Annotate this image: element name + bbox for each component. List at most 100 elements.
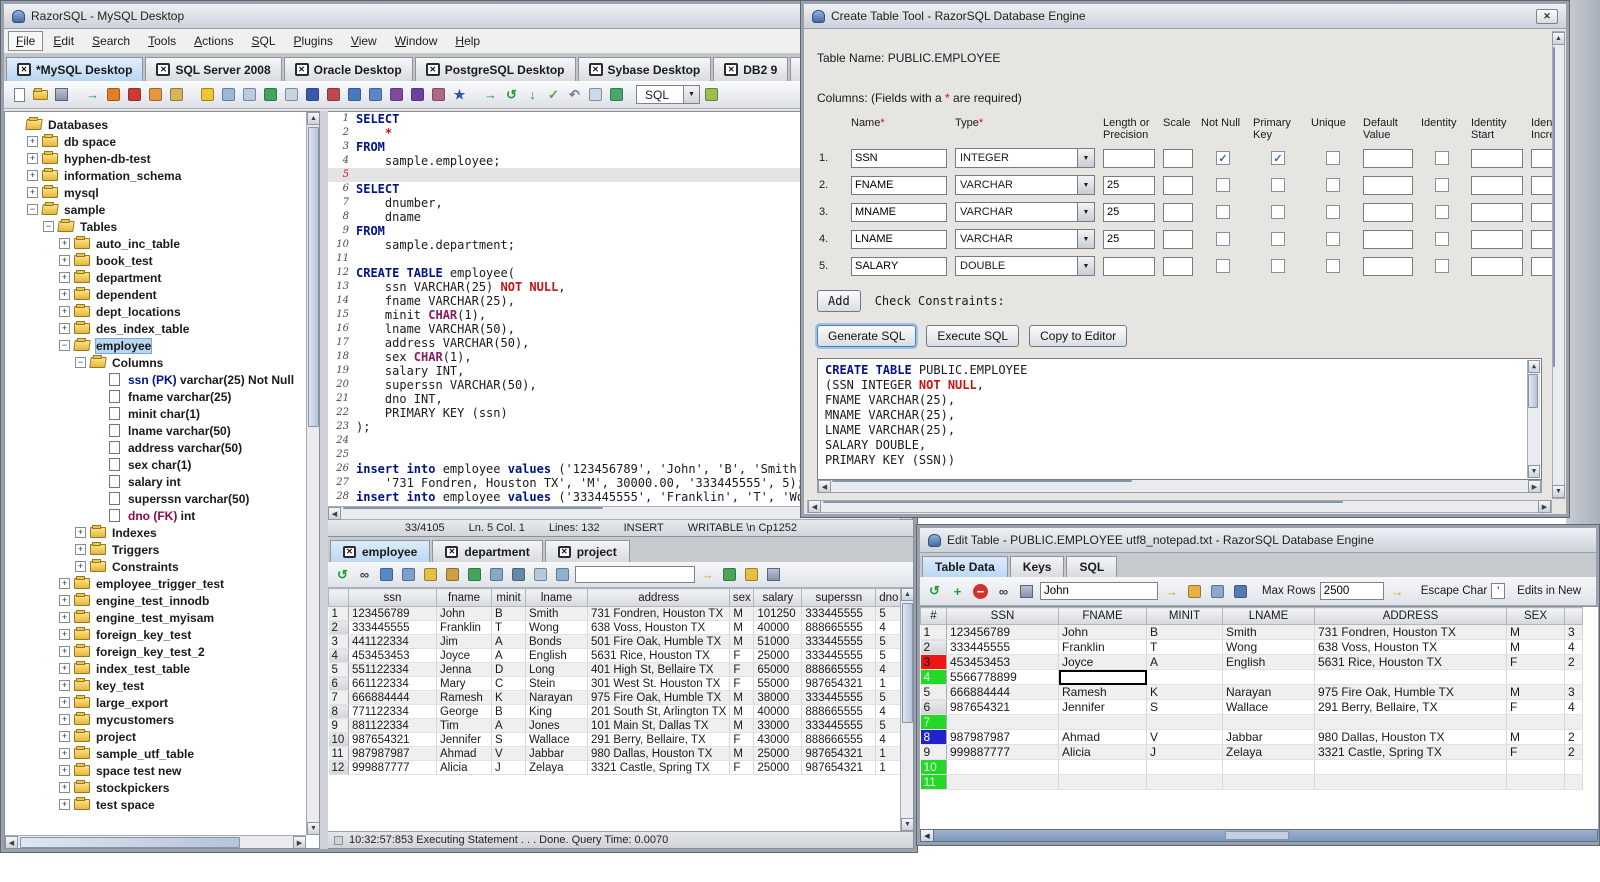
sql-preview-hscrollbar[interactable]: ◀ ▶ bbox=[817, 480, 1542, 493]
refresh-icon[interactable]: ↺ bbox=[333, 565, 352, 584]
save-icon[interactable] bbox=[1017, 582, 1036, 601]
column-header-superssn[interactable]: superssn bbox=[801, 588, 877, 607]
tree-item-lname-varchar-50-[interactable]: lname varchar(50) bbox=[7, 422, 305, 439]
cell[interactable]: F bbox=[1506, 744, 1565, 760]
expand-icon[interactable]: + bbox=[59, 323, 70, 334]
cell[interactable]: B bbox=[1146, 624, 1223, 640]
cell[interactable]: 731 Fondren, Houston TX bbox=[1314, 624, 1507, 640]
table-row[interactable]: 3 453453453 Joyce A English 5631 Rice, Housto… bbox=[920, 654, 1583, 670]
connection-tab-4[interactable]: ✕ PostgreSQL Desktop bbox=[414, 57, 576, 81]
scroll-up-icon[interactable]: ▲ bbox=[1552, 32, 1565, 45]
menu-view[interactable]: View bbox=[343, 31, 385, 51]
default-value-input[interactable] bbox=[1363, 175, 1413, 195]
edit-table-tool-icon[interactable] bbox=[219, 85, 238, 104]
tree-item-address-varchar-50-[interactable]: address varchar(50) bbox=[7, 439, 305, 456]
collapse-icon[interactable]: − bbox=[59, 340, 70, 351]
expand-icon[interactable]: + bbox=[27, 187, 38, 198]
scroll-up-icon[interactable]: ▲ bbox=[901, 588, 913, 601]
cell[interactable] bbox=[1146, 714, 1223, 730]
table-row[interactable]: 6 661122334 Mary C Stein 301 West St. Houston… bbox=[328, 676, 903, 691]
cell[interactable]: M bbox=[1506, 624, 1565, 640]
cell[interactable]: Franklin bbox=[1058, 639, 1147, 655]
expand-icon[interactable]: + bbox=[75, 561, 86, 572]
scroll-thumb[interactable] bbox=[20, 837, 240, 848]
column-type-select[interactable]: VARCHAR ▼ bbox=[955, 202, 1095, 222]
menu-plugins[interactable]: Plugins bbox=[286, 31, 341, 51]
cell[interactable] bbox=[1146, 759, 1223, 775]
window-icon[interactable] bbox=[509, 565, 528, 584]
disconnect-icon[interactable] bbox=[125, 85, 144, 104]
default-value-input[interactable] bbox=[1363, 256, 1413, 276]
not-null-checkbox[interactable]: ✓ bbox=[1216, 151, 1230, 165]
identity-start-input[interactable] bbox=[1471, 256, 1523, 276]
cell[interactable] bbox=[1314, 759, 1507, 775]
cell[interactable]: Alicia bbox=[1058, 744, 1147, 760]
unique-checkbox[interactable] bbox=[1326, 232, 1340, 246]
column-name-input[interactable] bbox=[851, 229, 947, 249]
menu-edit[interactable]: Edit bbox=[45, 31, 82, 51]
delete-row-icon[interactable]: − bbox=[973, 583, 988, 599]
tree-item-foreign-key-test[interactable]: + foreign_key_test bbox=[7, 626, 305, 643]
column-header-address[interactable]: ADDRESS bbox=[1314, 607, 1507, 625]
scroll-thumb[interactable] bbox=[1225, 831, 1290, 840]
cell[interactable]: John bbox=[1058, 624, 1147, 640]
convert-case-icon[interactable] bbox=[387, 85, 406, 104]
tree-item-tables[interactable]: − Tables bbox=[7, 218, 305, 235]
default-value-input[interactable] bbox=[1363, 148, 1413, 168]
identity-checkbox[interactable] bbox=[1435, 151, 1449, 165]
cell[interactable]: S bbox=[1146, 699, 1223, 715]
close-icon[interactable]: ✕ bbox=[724, 63, 739, 76]
export-results-icon[interactable] bbox=[720, 565, 739, 584]
length-input[interactable] bbox=[1103, 148, 1155, 168]
cell[interactable]: English bbox=[1222, 654, 1315, 670]
clipboard-icon[interactable] bbox=[586, 85, 605, 104]
cell[interactable] bbox=[1314, 774, 1507, 790]
table-row[interactable]: 4 5566778899 bbox=[920, 669, 1583, 685]
tree-item-large-export[interactable]: + large_export bbox=[7, 694, 305, 711]
table-row[interactable]: 7 bbox=[920, 714, 1583, 730]
cell[interactable] bbox=[1506, 774, 1565, 790]
identity-start-input[interactable] bbox=[1471, 202, 1523, 222]
cell[interactable]: 333445555 bbox=[946, 639, 1059, 655]
highlight-icon[interactable] bbox=[1185, 582, 1204, 601]
tree-item-hyphen-db-test[interactable]: + hyphen-db-test bbox=[7, 150, 305, 167]
result-tab-project[interactable]: ✕ project bbox=[544, 540, 630, 562]
scale-input[interactable] bbox=[1163, 148, 1193, 168]
scroll-left-icon[interactable]: ◀ bbox=[5, 836, 18, 848]
tree-item-index-test-table[interactable]: + index_test_table bbox=[7, 660, 305, 677]
table-row[interactable]: 11 987987987 Ahmad V Jabbar 980 Dallas, Houst… bbox=[328, 746, 903, 761]
menu-tools[interactable]: Tools bbox=[140, 31, 184, 51]
cell[interactable]: Narayan bbox=[1222, 684, 1315, 700]
edit-results-icon[interactable] bbox=[742, 565, 761, 584]
tree-item-des-index-table[interactable]: + des_index_table bbox=[7, 320, 305, 337]
tree-item-superssn-varchar-50-[interactable]: superssn varchar(50) bbox=[7, 490, 305, 507]
execute-sql-button[interactable]: Execute SQL bbox=[926, 325, 1020, 347]
expand-icon[interactable]: + bbox=[75, 544, 86, 555]
statement-type-dropdown[interactable]: SQL ▼ bbox=[636, 85, 700, 104]
cell[interactable]: 5566778899 bbox=[946, 669, 1059, 685]
close-icon[interactable]: ✕ bbox=[1536, 8, 1558, 24]
tree-item-columns[interactable]: − Columns bbox=[7, 354, 305, 371]
multi-exec-icon[interactable] bbox=[607, 85, 626, 104]
expand-icon[interactable]: + bbox=[59, 629, 70, 640]
close-icon[interactable]: ✕ bbox=[425, 63, 440, 76]
cell[interactable]: T bbox=[1146, 639, 1223, 655]
scroll-thumb[interactable] bbox=[308, 127, 319, 427]
copy-to-editor-button[interactable]: Copy to Editor bbox=[1029, 325, 1128, 347]
not-null-checkbox[interactable] bbox=[1216, 205, 1230, 219]
close-icon[interactable]: ✕ bbox=[588, 63, 603, 76]
export-icon[interactable] bbox=[465, 565, 484, 584]
cell[interactable]: F bbox=[1506, 654, 1565, 670]
tree-item-constraints[interactable]: + Constraints bbox=[7, 558, 305, 575]
cell[interactable]: 638 Voss, Houston TX bbox=[1314, 639, 1507, 655]
default-value-input[interactable] bbox=[1363, 229, 1413, 249]
edit-tab-sql[interactable]: SQL bbox=[1066, 556, 1118, 577]
cell[interactable]: M bbox=[1506, 639, 1565, 655]
cell[interactable]: Smith bbox=[1222, 624, 1315, 640]
expand-icon[interactable]: + bbox=[59, 799, 70, 810]
cell[interactable]: 999887777 bbox=[946, 744, 1059, 760]
view-icon[interactable]: ∞ bbox=[994, 582, 1013, 601]
cell[interactable] bbox=[1058, 714, 1147, 730]
tree-item-indexes[interactable]: + Indexes bbox=[7, 524, 305, 541]
tree-item-db-space[interactable]: + db space bbox=[7, 133, 305, 150]
